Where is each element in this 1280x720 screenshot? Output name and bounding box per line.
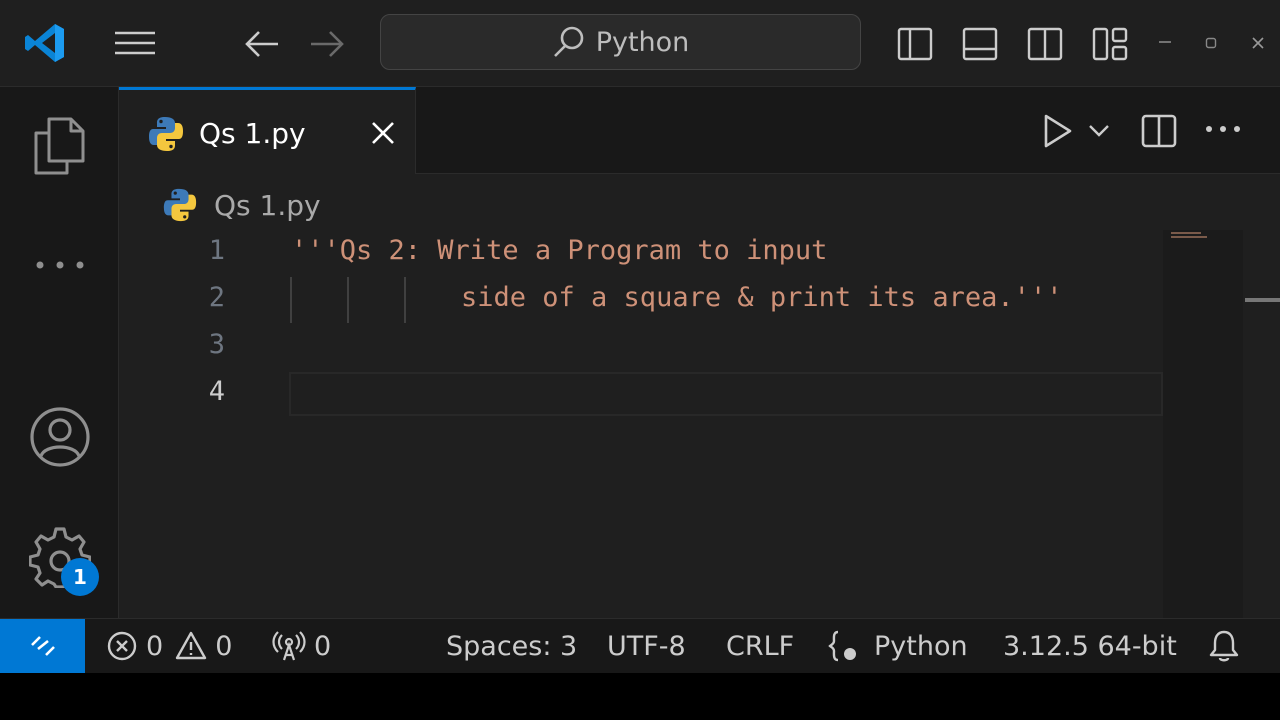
more-actions-icon[interactable] [1203,119,1243,139]
vertical-scrollbar-track[interactable] [1243,230,1280,618]
menu-icon[interactable] [112,28,158,58]
bell-icon [1209,630,1239,662]
indent-guide [290,277,292,323]
activity-bar: 1 [0,87,119,618]
back-arrow-icon[interactable] [240,24,284,64]
minimize-icon[interactable] [1155,32,1175,52]
python-file-icon [149,117,183,151]
current-line-highlight [289,372,1163,416]
error-count: 0 [146,630,164,662]
explorer-icon[interactable] [28,113,90,179]
indentation-indicator[interactable]: Spaces: 3 [446,619,577,673]
run-dropdown-chevron-icon[interactable] [1085,121,1113,141]
split-editor-icon[interactable] [1139,111,1179,151]
eol-indicator[interactable]: CRLF [726,619,794,673]
customize-layout-icon[interactable] [1090,24,1130,64]
scrollbar-position-marker[interactable] [1245,298,1280,302]
line-number: 3 [208,329,225,360]
settings-update-badge: 1 [61,558,99,596]
minimap[interactable] [1163,230,1243,618]
vscode-logo-icon [22,20,68,66]
title-bar: Python [0,0,1280,87]
warning-count: 0 [215,630,233,662]
forward-arrow-icon[interactable] [305,24,349,64]
run-python-file-icon[interactable] [1040,111,1076,151]
breadcrumb[interactable]: Qs 1.py [162,187,321,223]
python-interpreter-indicator[interactable]: 3.12.5 64-bit [1003,619,1177,673]
code-line-2[interactable]: side of a square & print its area.''' [461,282,1062,313]
line-number: 1 [208,235,225,266]
line-number: 2 [208,282,225,313]
tab-qs-1-py[interactable]: Qs 1.py [119,87,416,174]
search-icon [553,26,584,57]
close-tab-icon[interactable] [371,121,395,145]
status-bar: 0 0 0 Spaces: 3 UTF-8 CRLF Python 3.12.5… [0,618,1280,673]
restore-icon[interactable] [1201,33,1221,53]
command-center-search[interactable]: Python [380,14,861,70]
problems-indicator[interactable]: 0 0 [106,619,232,673]
editor-tab-bar: Qs 1.py [119,87,1280,174]
python-file-icon [163,188,197,222]
editor-area[interactable]: Qs 1.py 1 2 3 4 '''Qs 2: Write a Program… [119,174,1280,618]
braces-icon [828,630,856,662]
accounts-icon[interactable] [28,405,92,469]
remote-indicator[interactable] [0,619,85,673]
toggle-panel-icon[interactable] [960,24,1000,64]
ports-indicator[interactable]: 0 [272,619,331,673]
code-line-1[interactable]: '''Qs 2: Write a Program to input [291,235,827,266]
breadcrumb-file: Qs 1.py [214,188,321,222]
letterbox-bottom [0,673,1280,720]
search-text: Python [595,26,690,58]
language-mode-indicator[interactable]: Python [828,619,968,673]
notifications-indicator[interactable] [1208,619,1248,673]
indent-guide [347,277,349,323]
indent-guide [404,277,406,323]
ports-count: 0 [314,630,332,662]
error-icon [107,631,137,661]
warning-icon [175,631,207,660]
toggle-primary-sidebar-icon[interactable] [895,24,935,64]
line-number-active: 4 [208,376,225,407]
tab-label: Qs 1.py [199,117,306,150]
remote-icon [30,636,55,656]
close-window-icon[interactable] [1248,33,1268,53]
toggle-secondary-sidebar-icon[interactable] [1025,24,1065,64]
encoding-indicator[interactable]: UTF-8 [607,619,686,673]
broadcast-icon [272,631,306,661]
more-views-icon[interactable] [30,253,90,277]
language-label: Python [874,630,968,662]
